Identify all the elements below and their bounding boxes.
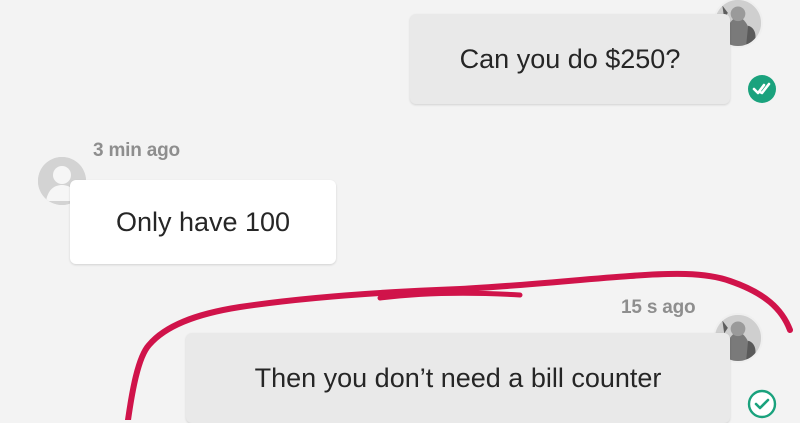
- message-text: Then you don’t need a bill counter: [254, 362, 662, 393]
- chat-thread: Can you do $250? 3 min ago Only have 100…: [0, 0, 800, 423]
- message-bubble-outgoing[interactable]: Then you don’t need a bill counter: [186, 333, 730, 423]
- message-bubble-incoming[interactable]: Only have 100: [70, 180, 336, 264]
- message-text: Only have 100: [115, 206, 291, 237]
- message-bubble-outgoing[interactable]: Can you do $250?: [410, 14, 730, 104]
- double-check-icon: [747, 74, 777, 104]
- message-timestamp: 15 s ago: [621, 297, 696, 318]
- single-check-icon: [747, 389, 777, 419]
- message-text: Can you do $250?: [459, 43, 681, 74]
- message-timestamp: 3 min ago: [93, 140, 180, 161]
